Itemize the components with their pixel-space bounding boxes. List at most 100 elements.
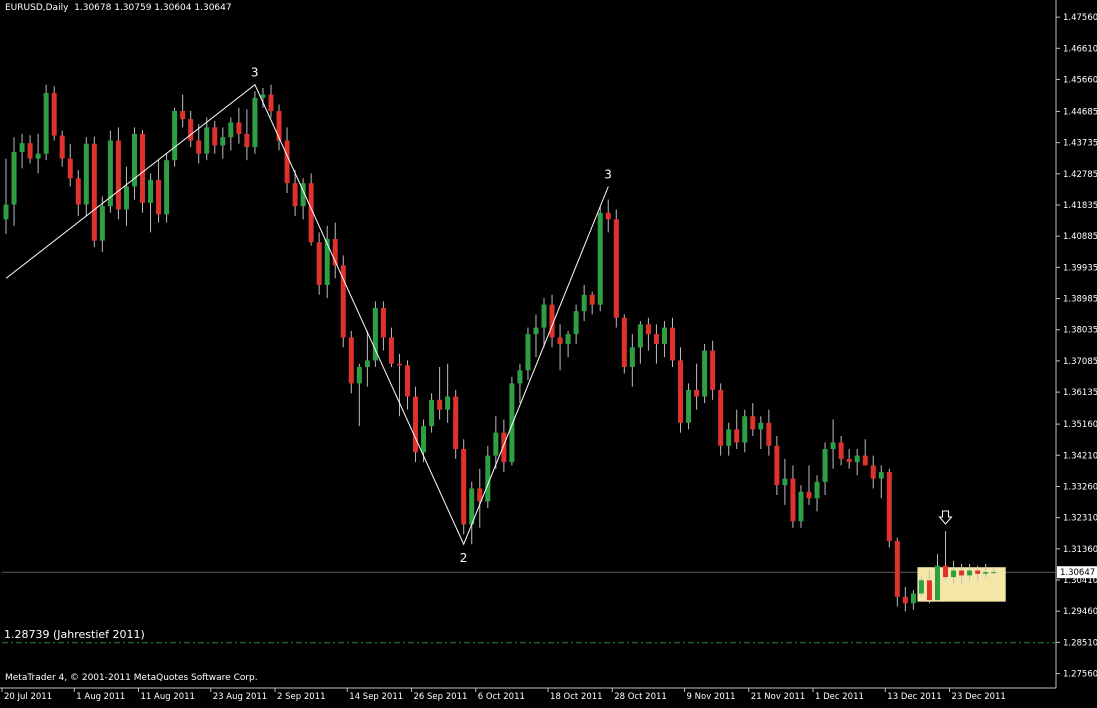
y-tick-label: 1.41835 xyxy=(1063,201,1097,211)
candle-body-bear xyxy=(774,445,780,486)
candle-body-bear xyxy=(766,422,772,446)
ohlc-values: 1.30678 1.30759 1.30604 1.30647 xyxy=(74,3,232,13)
candle-body-bull xyxy=(951,570,957,578)
candle-body-bull xyxy=(525,334,531,371)
candle-body-bull xyxy=(509,383,515,463)
candle-body-bear xyxy=(669,327,675,361)
candle-body-bull xyxy=(967,570,973,576)
candle-body-bear xyxy=(862,455,868,466)
candle-body-bear xyxy=(388,337,394,364)
candle-body-bull xyxy=(19,143,25,153)
candle-body-bull xyxy=(726,429,732,446)
candle-body-bull xyxy=(934,565,940,601)
candle-body-bull xyxy=(356,366,362,384)
candle-body-bull xyxy=(148,179,154,203)
candle-body-bull xyxy=(910,593,916,604)
candle-body-bull xyxy=(854,455,860,463)
y-tick-label: 1.29460 xyxy=(1063,607,1097,617)
candle-body-bull xyxy=(918,580,924,594)
price-chart[interactable]: 1.47560 1.46610 1.45660 1.44685 1.43735 1.427… xyxy=(0,0,1097,704)
candle-body-bull xyxy=(878,472,884,479)
candle-body-bear xyxy=(750,416,756,430)
candle-body-bear xyxy=(156,179,162,215)
candle-body-bear xyxy=(959,570,965,576)
y-tick-label: 1.32310 xyxy=(1063,514,1097,524)
candle-body-bull xyxy=(830,442,836,450)
x-tick-label: 23 Dec 2011 xyxy=(952,692,1006,702)
candle-body-bull xyxy=(517,370,523,384)
y-tick-label: 1.43735 xyxy=(1063,139,1097,149)
y-tick-label: 1.45660 xyxy=(1063,75,1097,85)
candle-body-bear xyxy=(710,350,716,390)
candle-body-bear xyxy=(236,122,242,134)
candle-body-bull xyxy=(629,347,635,367)
candle-body-bear xyxy=(67,158,73,179)
chart-header: EURUSD,Daily 1.30678 1.30759 1.30604 1.3… xyxy=(5,3,232,13)
zigzag-label: 3 xyxy=(604,167,612,181)
candle-body-bear xyxy=(790,478,796,522)
candle-body-bull xyxy=(220,137,226,146)
x-tick-label: 20 Jul 2011 xyxy=(4,692,52,702)
candle-body-bull xyxy=(204,127,210,154)
candle-body-bull xyxy=(742,416,748,443)
candle-body-bull xyxy=(565,334,571,345)
candle-body-bear xyxy=(870,465,876,479)
candle-body-bear xyxy=(894,540,900,597)
candle-body-bear xyxy=(268,94,274,111)
y-tick-label: 1.37085 xyxy=(1063,357,1097,367)
y-tick-label: 1.35160 xyxy=(1063,420,1097,430)
candle-body-bull xyxy=(822,449,828,482)
candle-body-bull xyxy=(429,399,435,427)
candle-body-bull xyxy=(485,455,491,502)
candle-body-bull xyxy=(164,160,170,215)
candle-body-bear xyxy=(501,432,507,463)
candle-body-bear xyxy=(557,337,563,345)
candle-body-bull xyxy=(573,311,579,335)
candle-body-bull xyxy=(260,94,266,98)
candle-body-bear xyxy=(380,307,386,338)
down-arrow-icon xyxy=(938,510,953,525)
candle-body-bear xyxy=(926,580,932,601)
candle-body-bull xyxy=(782,478,788,486)
candle-body-bear xyxy=(59,135,65,159)
candle-body-bull xyxy=(445,396,451,410)
y-tick-label: 1.28510 xyxy=(1063,638,1097,648)
candle-body-bear xyxy=(975,570,981,574)
candle-body-bull xyxy=(364,360,370,367)
candle-body-bull xyxy=(702,350,708,397)
candle-body-bull xyxy=(798,491,804,522)
candle-body-bull xyxy=(581,294,587,312)
candle-body-bear xyxy=(838,442,844,459)
y-tick-label: 1.27560 xyxy=(1063,670,1097,680)
candle-body-bear xyxy=(316,242,322,285)
candle-body-bull xyxy=(814,481,820,499)
candle-body-bear xyxy=(461,449,467,525)
x-tick-label: 2 Sep 2011 xyxy=(277,692,325,702)
candle-body-bull xyxy=(758,422,764,430)
candle-body-bull xyxy=(324,238,330,285)
symbol-label: EURUSD,Daily xyxy=(5,3,69,13)
current-price-label: 1.30647 xyxy=(1060,568,1095,578)
candle-body-bear xyxy=(678,360,684,423)
candle-body-bear xyxy=(621,317,627,367)
candle-body-bear xyxy=(396,363,402,366)
candle-body-bull xyxy=(123,186,129,210)
chart-window: 1.47560 1.46610 1.45660 1.44685 1.43735 1.427… xyxy=(0,0,1097,704)
x-tick-label: 14 Sep 2011 xyxy=(349,692,403,702)
candle-body-bear xyxy=(188,119,194,141)
candle-body-bull xyxy=(493,432,499,456)
y-tick-label: 1.39935 xyxy=(1063,263,1097,273)
y-tick-label: 1.34210 xyxy=(1063,451,1097,461)
candle-body-bear xyxy=(115,140,121,210)
candle-body-bear xyxy=(589,294,595,305)
x-tick-label: 21 Nov 2011 xyxy=(751,692,805,702)
y-tick-label: 1.46610 xyxy=(1063,44,1097,54)
candle-body-bear xyxy=(437,399,443,410)
candle-body-bear xyxy=(806,491,812,499)
candle-body-bull xyxy=(983,572,989,574)
x-tick-label: 1 Aug 2011 xyxy=(76,692,125,702)
candle-body-bear xyxy=(645,324,651,335)
candle-body-bear xyxy=(348,337,354,384)
candle-body-bull xyxy=(637,324,643,348)
candle-body-bear xyxy=(613,219,619,318)
